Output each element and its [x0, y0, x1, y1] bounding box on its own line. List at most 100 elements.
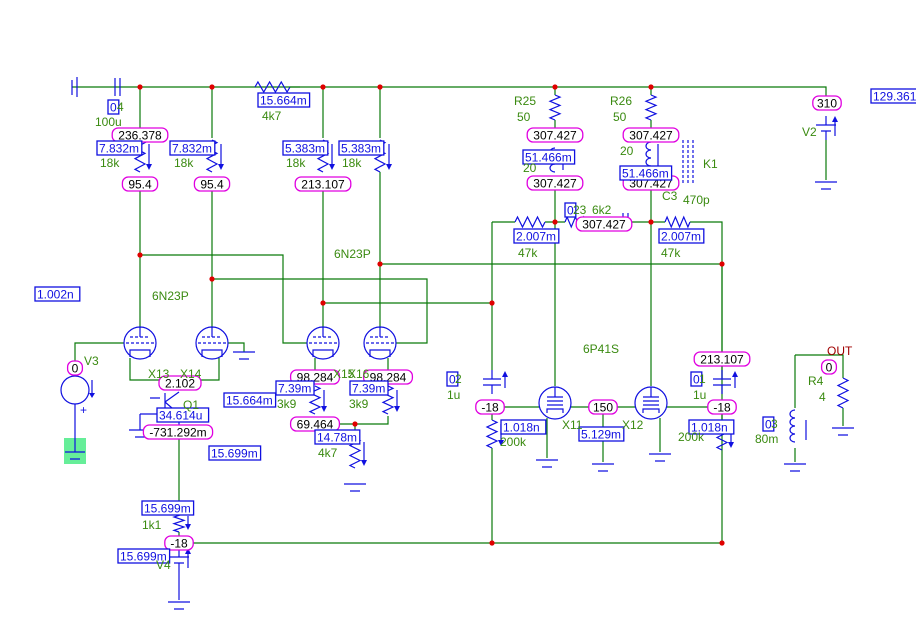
component-label: 80m: [755, 432, 778, 446]
current-probe-value: 7.39m: [352, 382, 385, 396]
component-label: X11: [562, 418, 583, 432]
voltage-probe-value: 307.427: [533, 129, 577, 143]
voltage-probe-value: 150: [593, 401, 613, 415]
voltage-probe-value: 213.107: [700, 353, 744, 367]
voltage-probe-value: -18: [170, 537, 188, 551]
component-label: 18k: [174, 156, 194, 170]
resistor[interactable]: [514, 215, 546, 229]
component-label: 18k: [342, 156, 362, 170]
ground-icon: [784, 463, 806, 472]
ground-icon: [649, 453, 671, 462]
component-label: 3k9: [277, 397, 297, 411]
annotations: +236.37895.4 95.4 213.107307.427307.427307…: [34, 88, 916, 572]
component-label: 470p: [683, 193, 710, 207]
current-probe-value: 5.129m: [581, 428, 621, 442]
capacitor[interactable]: [483, 370, 508, 394]
voltage-probe-value: 213.107: [301, 178, 345, 192]
component-label: 4k7: [262, 109, 282, 123]
output-node-label: OUT: [827, 344, 853, 358]
component-label: V3: [84, 354, 99, 368]
triode-tube[interactable]: [123, 326, 157, 360]
resistor[interactable]: [254, 80, 291, 94]
battery-v4[interactable]: [169, 548, 191, 572]
component-label: 23: [573, 203, 587, 217]
component-label: 4: [819, 390, 826, 404]
capacitor[interactable]: [713, 370, 738, 394]
battery-v2[interactable]: [816, 116, 838, 140]
voltage-probe-value: -18: [481, 401, 499, 415]
current-probe-value: 5.383m: [285, 142, 325, 156]
current-probe-value: 51.466m: [622, 167, 669, 181]
component-label: 200k: [500, 435, 527, 449]
component-label: 4: [117, 100, 124, 114]
component-label: R4: [808, 374, 824, 388]
voltage-source-v3[interactable]: [60, 375, 90, 405]
ground-icon: [233, 351, 255, 360]
voltage-probe-value: 95.4: [200, 178, 224, 192]
component-label: 2: [455, 372, 462, 386]
component-label: X13: [148, 367, 170, 381]
component-label: 1u: [447, 388, 460, 402]
triode-tube[interactable]: [363, 326, 397, 360]
inductor[interactable]: [645, 141, 652, 167]
component-label: 18k: [286, 156, 306, 170]
component-label: 6k2: [592, 203, 612, 217]
current-probe-value: 7.39m: [278, 382, 311, 396]
resistor[interactable]: [644, 94, 658, 121]
component-label: 47k: [518, 246, 538, 260]
component-label: 6N23P: [334, 247, 371, 261]
current-probe-value: 1.018n: [503, 421, 540, 435]
ground-icon: [592, 463, 614, 472]
component-label: 18k: [100, 156, 120, 170]
component-label: 1k1: [142, 518, 162, 532]
triode-tube[interactable]: [306, 326, 340, 360]
component-label: 3k9: [349, 397, 369, 411]
current-probe-value: 5.383m: [341, 142, 381, 156]
resistor[interactable]: [664, 215, 691, 229]
voltage-probe-value: -731.292m: [149, 426, 206, 440]
voltage-probe-value: 307.427: [582, 218, 626, 232]
voltage-probe-value: -18: [713, 401, 731, 415]
resistor[interactable]: [836, 377, 850, 409]
component-label: X14: [180, 367, 202, 381]
component-label: 1: [699, 372, 706, 386]
current-probe-value: 2.007m: [661, 230, 701, 244]
current-probe-value: 129.361n: [873, 90, 916, 104]
pentode-tube[interactable]: [634, 386, 668, 420]
current-probe-value: 15.699m: [144, 502, 191, 516]
component-label: 6N23P: [152, 289, 189, 303]
component-label: K1: [703, 157, 718, 171]
component-label: X16: [348, 367, 370, 381]
component-label: V4: [156, 558, 171, 572]
component-label: R25: [514, 94, 536, 108]
ground-icon: [536, 459, 558, 468]
voltage-probe-value: 0: [826, 361, 833, 375]
component-label: 3: [771, 417, 778, 431]
component-label: 4k7: [318, 446, 338, 460]
pentode-tube[interactable]: [538, 386, 572, 420]
current-probe-value: 14.78m: [317, 431, 357, 445]
ground-icon: [832, 427, 854, 436]
current-probe-value: 15.699m: [211, 447, 258, 461]
junction-nodes: [137, 84, 830, 546]
ground-icon: [168, 601, 190, 610]
component-label: Q1: [183, 398, 199, 412]
schematic-canvas[interactable]: +236.378 95.4 95.4 213.107 307.427 307.427 307…: [0, 0, 916, 641]
component-label: 50: [613, 110, 627, 124]
transformer-core-k1: [682, 140, 694, 185]
current-probe-value: 7.832m: [172, 142, 212, 156]
current-probe-value: 1.002n: [37, 288, 74, 302]
inductor[interactable]: [789, 409, 796, 443]
ground-icon: [344, 483, 366, 492]
component-label: V2: [802, 125, 817, 139]
resistor[interactable]: [548, 94, 562, 121]
current-probe-value: 7.832m: [99, 142, 139, 156]
circuit-schematic[interactable]: +236.37895.4 95.4 213.107307.427307.427307…: [0, 0, 916, 641]
current-probe-value: 15.664m: [260, 94, 307, 108]
component-label: 100u: [95, 115, 122, 129]
ground-icon: [815, 181, 837, 190]
triode-tube[interactable]: [195, 326, 229, 360]
voltage-probe-value: 95.4: [128, 178, 152, 192]
svg-text:+: +: [80, 403, 87, 417]
voltage-probe-value: 307.427: [629, 129, 673, 143]
